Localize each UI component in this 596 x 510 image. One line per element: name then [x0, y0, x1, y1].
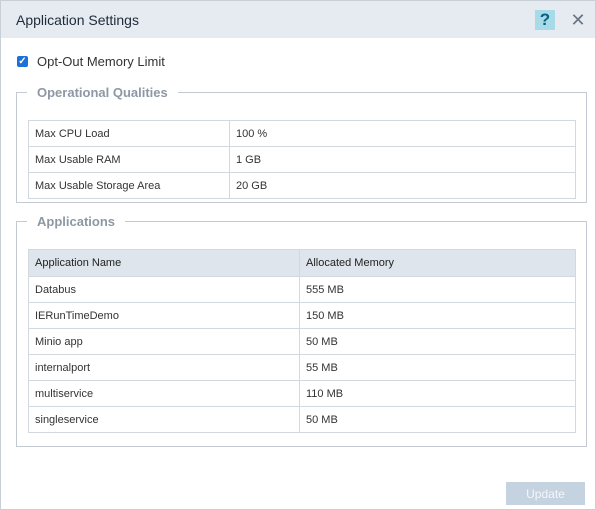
dialog-title: Application Settings	[16, 11, 139, 28]
application-name: Minio app	[28, 328, 300, 355]
table-row: Max Usable RAM 1 GB	[28, 146, 576, 173]
table-header-row: Application Name Allocated Memory	[28, 249, 576, 277]
opt-out-memory-limit-checkbox[interactable]: ✓	[17, 56, 28, 67]
table-row[interactable]: IERunTimeDemo 150 MB	[28, 302, 576, 329]
operational-qualities-group: Operational Qualities Max CPU Load 100 %…	[16, 85, 587, 203]
table-row[interactable]: singleservice 50 MB	[28, 406, 576, 433]
allocated-memory: 150 MB	[299, 302, 576, 329]
quality-value: 20 GB	[229, 172, 576, 199]
table-row[interactable]: internalport 55 MB	[28, 354, 576, 381]
application-name: multiservice	[28, 380, 300, 407]
help-icon[interactable]: ?	[535, 10, 555, 30]
application-name: Databus	[28, 276, 300, 303]
quality-value: 1 GB	[229, 146, 576, 173]
close-icon[interactable]: ✕	[570, 10, 586, 30]
quality-value: 100 %	[229, 120, 576, 147]
opt-out-memory-limit-label: Opt-Out Memory Limit	[37, 54, 165, 69]
dialog-titlebar: Application Settings ? ✕	[1, 1, 595, 38]
quality-name: Max Usable RAM	[28, 146, 230, 173]
table-row: Max Usable Storage Area 20 GB	[28, 172, 576, 199]
application-settings-dialog: Application Settings ? ✕ ✓ Opt-Out Memor…	[0, 0, 596, 510]
application-name: IERunTimeDemo	[28, 302, 300, 329]
allocated-memory: 50 MB	[299, 406, 576, 433]
operational-qualities-legend: Operational Qualities	[37, 85, 168, 100]
applications-group: Applications Application Name Allocated …	[16, 214, 587, 447]
table-row[interactable]: Databus 555 MB	[28, 276, 576, 303]
column-header-allocated-memory[interactable]: Allocated Memory	[299, 249, 576, 277]
allocated-memory: 555 MB	[299, 276, 576, 303]
update-button[interactable]: Update	[506, 482, 585, 505]
table-row[interactable]: Minio app 50 MB	[28, 328, 576, 355]
applications-table: Application Name Allocated Memory Databu…	[28, 249, 576, 433]
allocated-memory: 55 MB	[299, 354, 576, 381]
operational-qualities-table: Max CPU Load 100 % Max Usable RAM 1 GB M…	[28, 120, 576, 199]
opt-out-memory-limit-option[interactable]: ✓ Opt-Out Memory Limit	[17, 54, 165, 69]
allocated-memory: 50 MB	[299, 328, 576, 355]
quality-name: Max CPU Load	[28, 120, 230, 147]
table-row[interactable]: multiservice 110 MB	[28, 380, 576, 407]
allocated-memory: 110 MB	[299, 380, 576, 407]
application-name: singleservice	[28, 406, 300, 433]
application-name: internalport	[28, 354, 300, 381]
quality-name: Max Usable Storage Area	[28, 172, 230, 199]
applications-legend: Applications	[37, 214, 116, 229]
column-header-application-name[interactable]: Application Name	[28, 249, 300, 277]
table-row: Max CPU Load 100 %	[28, 120, 576, 147]
